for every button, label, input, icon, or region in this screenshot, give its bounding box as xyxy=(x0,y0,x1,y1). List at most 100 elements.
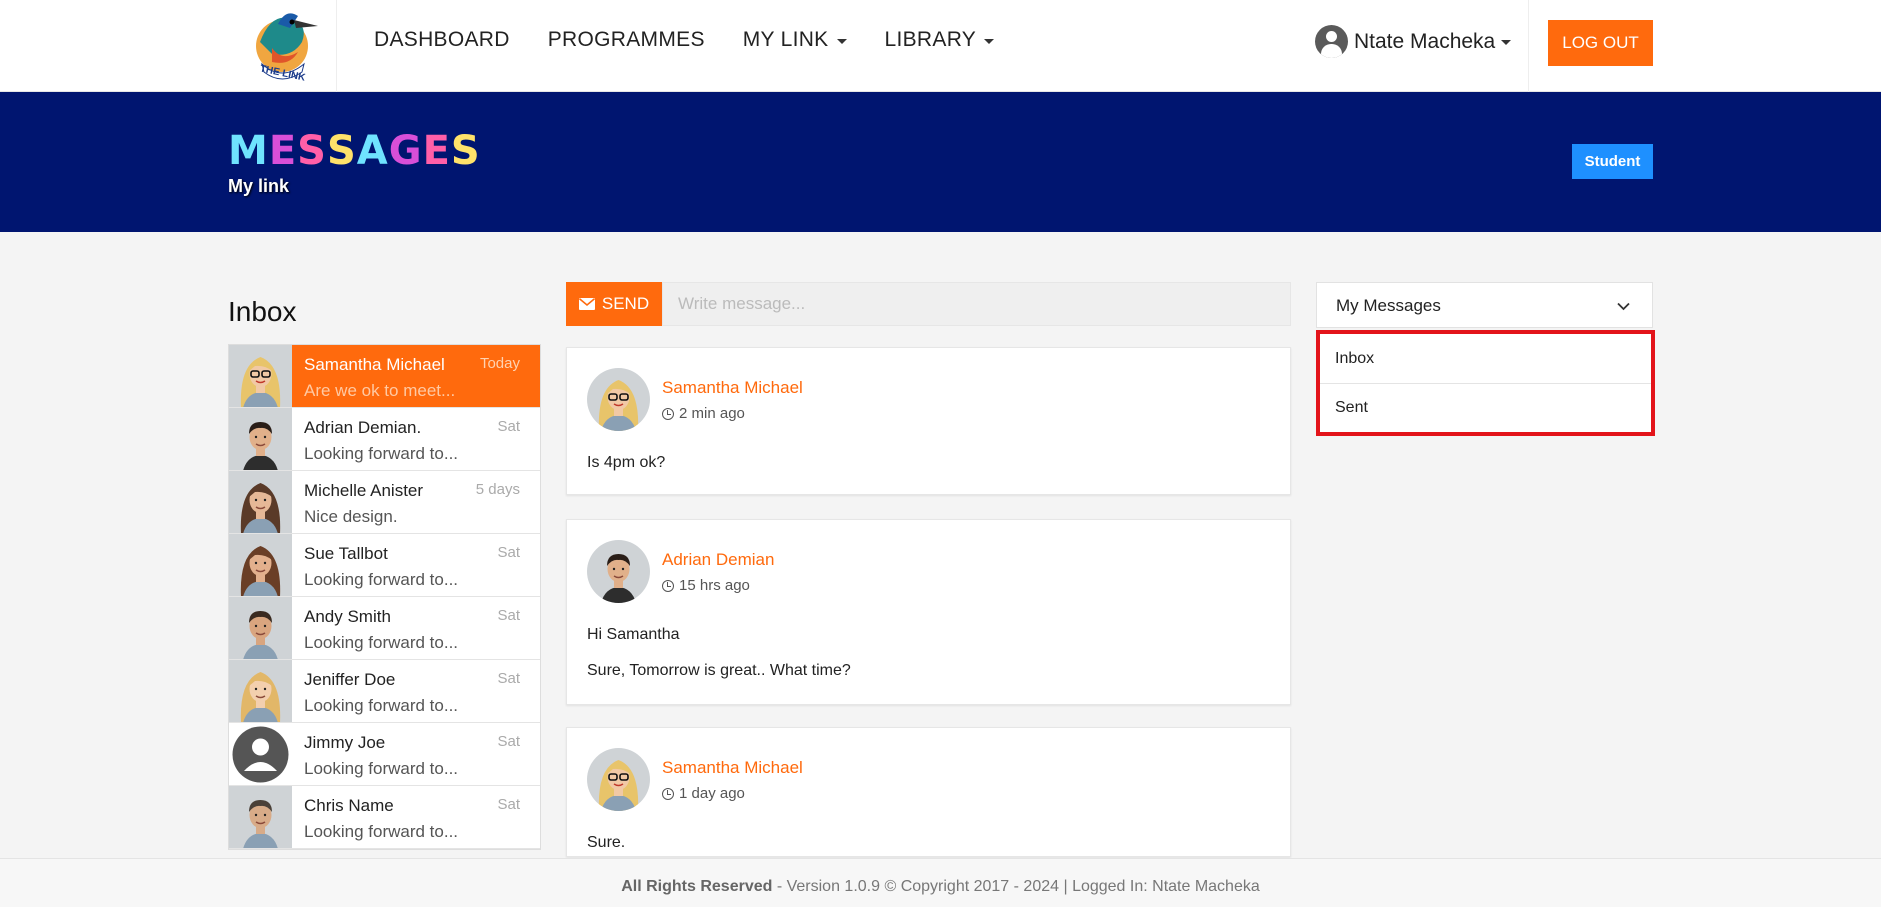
page-banner: MESSAGES My link Student xyxy=(0,92,1881,232)
message-body: Sure, Tomorrow is great.. What time? xyxy=(587,662,851,679)
message-author[interactable]: Samantha Michael xyxy=(662,758,803,778)
nav-my-link[interactable]: MY LINK xyxy=(743,28,847,52)
conversation-item[interactable]: Andy Smith Sat Looking forward to... xyxy=(229,597,540,660)
page-title-letter: M xyxy=(228,128,269,174)
contact-avatar xyxy=(229,723,292,785)
send-button-label: SEND xyxy=(601,294,650,313)
message-input[interactable] xyxy=(662,282,1291,326)
message-author[interactable]: Samantha Michael xyxy=(662,378,803,398)
author-avatar xyxy=(587,540,650,603)
conversation-item[interactable]: Michelle Anister 5 days Nice design. xyxy=(229,471,540,534)
message-body: Sure. xyxy=(587,834,626,851)
conversation-date: Sat xyxy=(497,796,520,813)
send-button[interactable]: SEND xyxy=(566,282,662,326)
contact-avatar xyxy=(229,471,292,533)
conversation-preview: Are we ok to meet... xyxy=(304,381,456,400)
inbox-heading: Inbox xyxy=(228,296,297,327)
folder-inbox[interactable]: Inbox xyxy=(1320,334,1651,383)
page-subtitle: My link xyxy=(228,176,290,196)
my-messages-dropdown[interactable]: My Messages xyxy=(1316,282,1653,328)
contact-avatar xyxy=(229,345,292,407)
contact-name: Samantha Michael xyxy=(304,355,445,374)
conversation-item[interactable]: Chris Name Sat Looking forward to... xyxy=(229,786,540,849)
message-time: 2 min ago xyxy=(662,405,745,422)
contact-name: Jimmy Joe xyxy=(304,733,386,752)
folder-sent[interactable]: Sent xyxy=(1320,383,1651,432)
nav-dashboard-label: DASHBOARD xyxy=(374,28,510,51)
conversation-preview: Looking forward to... xyxy=(304,759,459,778)
contact-avatar xyxy=(229,534,292,596)
main-nav: DASHBOARD PROGRAMMES MY LINK LIBRARY xyxy=(374,28,995,52)
conversation-preview: Nice design. xyxy=(304,507,398,526)
conversation-date: Sat xyxy=(497,733,520,750)
contact-name: Andy Smith xyxy=(304,607,391,626)
contact-avatar xyxy=(229,408,292,470)
conversation-preview: Looking forward to... xyxy=(304,570,459,589)
author-avatar xyxy=(587,748,650,811)
conversation-item[interactable]: Adrian Demian. Sat Looking forward to... xyxy=(229,408,540,471)
nav-dashboard[interactable]: DASHBOARD xyxy=(374,28,510,52)
message-card: Adrian Demian 15 hrs ago Hi Samantha Sure,… xyxy=(566,519,1291,705)
clock-icon xyxy=(662,787,674,800)
caret-down-icon xyxy=(1501,40,1512,45)
conversation-item[interactable]: Jimmy Joe Sat Looking forward to... xyxy=(229,723,540,786)
page-title-letter: A xyxy=(356,128,389,174)
chevron-down-icon xyxy=(1617,302,1630,311)
message-time-text: 2 min ago xyxy=(679,405,745,422)
page-title-letter: G xyxy=(388,128,423,174)
top-navbar: THE LINK DASHBOARD PROGRAMMES MY LINK LI… xyxy=(0,0,1881,92)
envelope-icon xyxy=(578,298,595,310)
caret-down-icon xyxy=(984,38,995,44)
caret-down-icon xyxy=(836,38,847,44)
page-title-letter: E xyxy=(422,128,451,174)
conversation-date: Sat xyxy=(497,607,520,624)
contact-name: Jeniffer Doe xyxy=(304,670,396,689)
page-title: MESSAGES xyxy=(228,128,481,174)
contact-name: Sue Tallbot xyxy=(304,544,388,563)
message-card: Samantha Michael 2 min ago Is 4pm ok? xyxy=(566,347,1291,495)
kingfisher-logo-icon: THE LINK xyxy=(256,13,318,84)
conversation-date: 5 days xyxy=(475,481,520,498)
logout-button[interactable]: LOG OUT xyxy=(1548,20,1653,66)
conversation-date: Today xyxy=(479,355,520,372)
conversation-date: Sat xyxy=(497,544,520,561)
message-body: Is 4pm ok? xyxy=(587,454,666,471)
contact-avatar xyxy=(229,660,292,722)
clock-icon xyxy=(662,407,674,420)
my-messages-label: My Messages xyxy=(1336,296,1441,315)
nav-library[interactable]: LIBRARY xyxy=(885,28,995,52)
message-body: Hi Samantha xyxy=(587,626,680,643)
nav-divider xyxy=(1528,0,1529,92)
conversation-item[interactable]: Sue Tallbot Sat Looking forward to... xyxy=(229,534,540,597)
conversation-date: Sat xyxy=(497,418,520,435)
message-time: 1 day ago xyxy=(662,785,745,802)
message-time-text: 1 day ago xyxy=(679,785,745,802)
user-name: Ntate Macheka xyxy=(1354,29,1496,53)
contact-name: Adrian Demian. xyxy=(304,418,422,437)
user-avatar-icon xyxy=(1315,25,1348,58)
conversation-preview: Looking forward to... xyxy=(304,696,459,715)
contact-avatar xyxy=(229,786,292,848)
conversation-item[interactable]: Jeniffer Doe Sat Looking forward to... xyxy=(229,660,540,723)
message-folders: Inbox Sent xyxy=(1316,330,1655,436)
nav-programmes-label: PROGRAMMES xyxy=(547,28,705,51)
role-badge-button[interactable]: Student xyxy=(1572,144,1653,179)
conversation-item[interactable]: Samantha Michael Today Are we ok to meet… xyxy=(229,345,540,408)
nav-programmes[interactable]: PROGRAMMES xyxy=(548,28,705,52)
conversation-date: Sat xyxy=(497,670,520,687)
footer-version: - Version 1.0.9 © Copyright 2017 - 2024 … xyxy=(772,878,1260,895)
the-link-logo[interactable]: THE LINK xyxy=(228,0,337,92)
contact-avatar xyxy=(229,597,292,659)
author-avatar xyxy=(587,368,650,431)
conversation-preview: Looking forward to... xyxy=(304,633,459,652)
nav-library-label: LIBRARY xyxy=(884,28,977,51)
page-title-letter: S xyxy=(450,128,481,174)
contact-name: Chris Name xyxy=(304,796,394,815)
user-menu[interactable]: Ntate Macheka xyxy=(1315,25,1512,58)
message-card: Samantha Michael 1 day ago Sure. xyxy=(566,727,1291,857)
message-author[interactable]: Adrian Demian xyxy=(662,550,774,570)
page-title-letter: S xyxy=(326,128,357,174)
message-time: 15 hrs ago xyxy=(662,577,750,594)
conversation-preview: Looking forward to... xyxy=(304,822,459,841)
clock-icon xyxy=(662,579,674,592)
